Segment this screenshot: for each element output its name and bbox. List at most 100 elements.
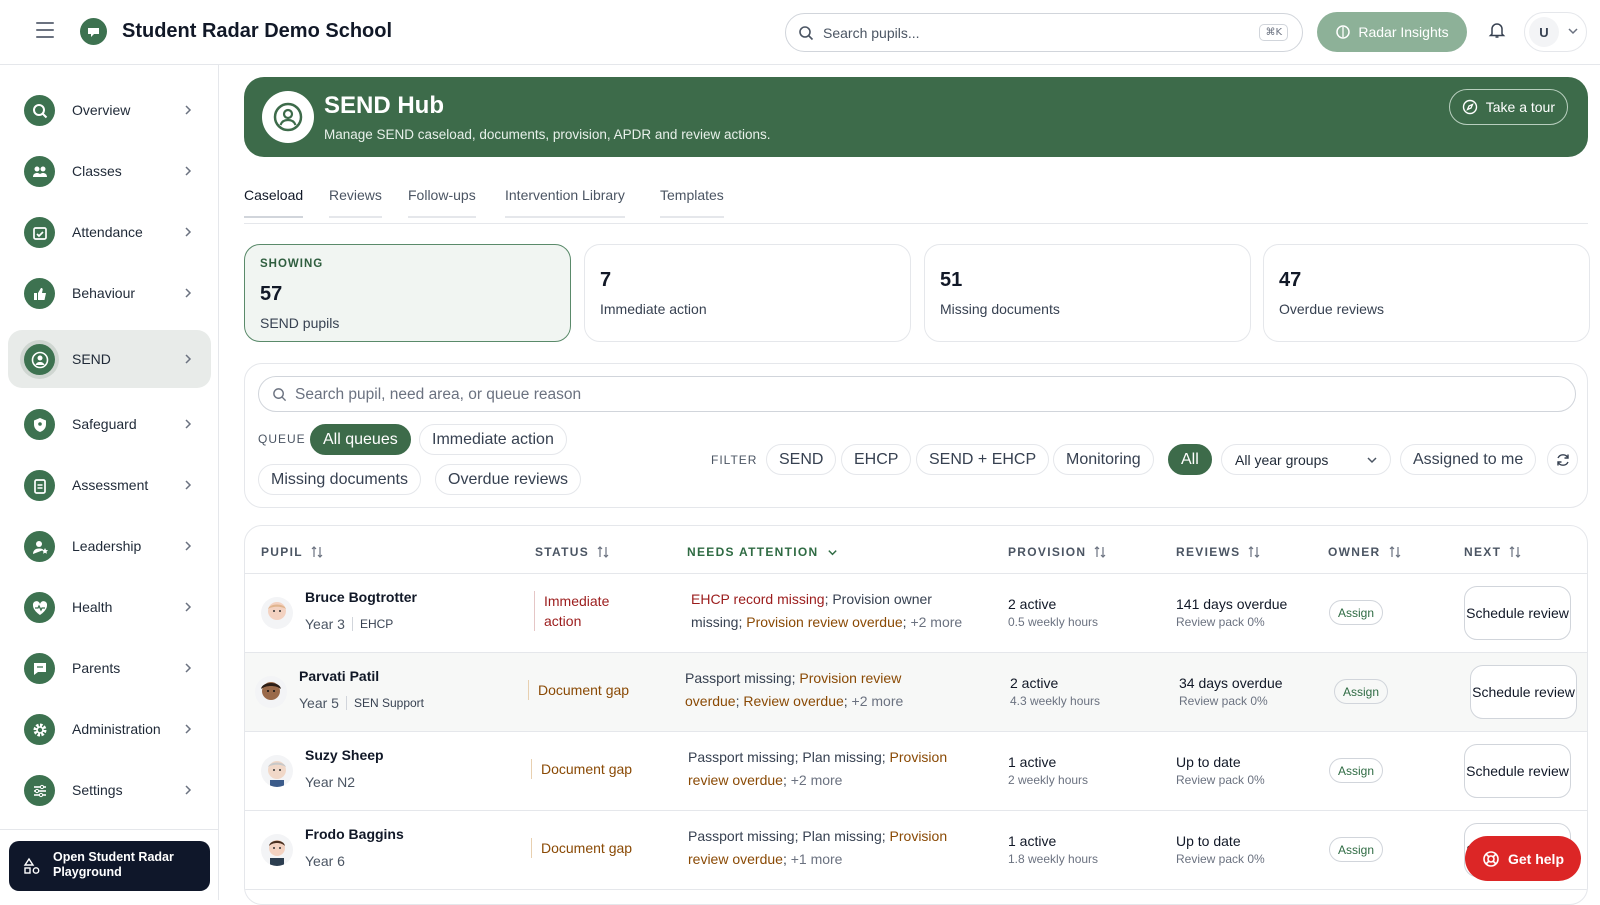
sidebar-item-classes[interactable]: Classes <box>8 142 211 200</box>
brain-icon <box>1336 25 1351 39</box>
search-icon <box>24 95 55 126</box>
sidebar-item-assessment[interactable]: Assessment <box>8 456 211 514</box>
stat-card-overdue-reviews[interactable]: 47 Overdue reviews <box>1263 244 1590 342</box>
tab-templates[interactable]: Templates <box>660 187 724 218</box>
take-tour-button[interactable]: Take a tour <box>1448 89 1568 125</box>
filter-send[interactable]: SEND <box>766 444 837 475</box>
filter-panel: Search pupil, need area, or queue reason… <box>244 363 1588 508</box>
chevron-down-icon <box>1568 28 1578 35</box>
stat-value: 7 <box>600 269 612 291</box>
review-summary: 34 days overdue Review pack 0% <box>1179 675 1283 708</box>
school-logo <box>80 18 107 45</box>
calendar-check-icon <box>24 217 55 248</box>
tab-follow-ups[interactable]: Follow-ups <box>408 187 476 218</box>
queue-overdue-reviews[interactable]: Overdue reviews <box>435 464 582 495</box>
pupil-name[interactable]: Parvati Patil <box>299 668 379 684</box>
stat-card-missing-documents[interactable]: 51 Missing documents <box>924 244 1251 342</box>
user-menu[interactable]: U <box>1524 12 1587 52</box>
sidebar-item-behaviour[interactable]: Behaviour <box>8 264 211 322</box>
queue-all[interactable]: All queues <box>310 424 411 455</box>
stat-card-immediate-action[interactable]: 7 Immediate action <box>584 244 911 342</box>
table-row[interactable]: Frodo Baggins Year 6 Document gap Passpo… <box>245 811 1587 890</box>
schedule-review-button[interactable]: Schedule review <box>1464 586 1571 640</box>
assign-button[interactable]: Assign <box>1329 758 1384 783</box>
tab-intervention-library[interactable]: Intervention Library <box>505 187 625 218</box>
column-status[interactable]: STATUS <box>535 545 609 559</box>
assign-button[interactable]: Assign <box>1329 837 1384 862</box>
sidebar-item-safeguard[interactable]: Safeguard <box>8 395 211 453</box>
schedule-review-button[interactable]: Schedule review <box>1464 744 1571 798</box>
provision-summary: 1 active 1.8 weekly hours <box>1008 833 1099 866</box>
radar-insights-button[interactable]: Radar Insights <box>1317 12 1467 52</box>
stat-card-send-pupils[interactable]: SHOWING 57 SEND pupils <box>244 244 571 342</box>
filter-all[interactable]: All <box>1168 444 1212 475</box>
column-needs-attention[interactable]: NEEDS ATTENTION <box>687 545 838 559</box>
filter-ehcp[interactable]: EHCP <box>841 444 912 475</box>
tab-caseload[interactable]: Caseload <box>244 187 304 218</box>
stat-label: SEND pupils <box>260 315 340 331</box>
column-pupil[interactable]: PUPIL <box>261 545 323 559</box>
shortcut-hint: ⌘K <box>1259 24 1288 41</box>
get-help-button[interactable]: Get help <box>1465 836 1581 881</box>
table-row[interactable]: Parvati Patil Year 5 SEN Support Document… <box>245 653 1587 732</box>
sidebar-item-settings[interactable]: Settings <box>8 761 211 819</box>
pupil-name[interactable]: Suzy Sheep <box>305 747 384 763</box>
provision-summary: 1 active 2 weekly hours <box>1008 754 1089 787</box>
queue-missing-documents[interactable]: Missing documents <box>258 464 421 495</box>
tab-reviews[interactable]: Reviews <box>329 187 382 218</box>
needs-attention-text: EHCP record missing; Provision owner miss… <box>691 591 963 630</box>
sort-icon <box>1249 546 1260 558</box>
pupil-name[interactable]: Bruce Bogtrotter <box>305 589 417 605</box>
sidebar-item-parents[interactable]: Parents <box>8 639 211 697</box>
sidebar-item-attendance[interactable]: Attendance <box>8 203 211 261</box>
caseload-search-input[interactable]: Search pupil, need area, or queue reason <box>258 376 1576 412</box>
pupil-search-input[interactable]: Search pupils... ⌘K <box>785 13 1303 52</box>
assigned-to-me-toggle[interactable]: Assigned to me <box>1400 444 1537 475</box>
open-playground-label: Open Student Radar Playground <box>53 850 174 879</box>
chevron-right-icon <box>185 288 192 298</box>
pupil-avatar <box>261 755 293 787</box>
shapes-icon <box>23 857 40 874</box>
get-help-label: Get help <box>1507 850 1564 867</box>
review-summary: Up to date Review pack 0% <box>1176 754 1265 787</box>
sidebar-item-overview[interactable]: Overview <box>8 81 211 139</box>
avatar: U <box>1529 17 1559 47</box>
menu-icon[interactable] <box>36 22 54 38</box>
sidebar-item-label: Settings <box>72 782 123 798</box>
column-provision[interactable]: PROVISION <box>1008 545 1106 559</box>
stat-label: Immediate action <box>600 301 707 317</box>
table-row[interactable]: Bruce Bogtrotter Year 3 EHCP Immediate act… <box>245 574 1587 653</box>
filter-monitoring[interactable]: Monitoring <box>1053 444 1154 475</box>
open-playground-button[interactable]: Open Student Radar Playground <box>9 841 210 891</box>
sidebar-item-send[interactable]: SEND <box>8 330 211 388</box>
assign-button[interactable]: Assign <box>1334 679 1389 704</box>
top-bar: Student Radar Demo School Search pupils.… <box>0 0 1600 65</box>
filter-send-ehcp[interactable]: SEND + EHCP <box>916 444 1050 475</box>
stat-kicker: SHOWING <box>260 258 324 270</box>
sidebar-item-health[interactable]: Health <box>8 578 211 636</box>
thumbs-up-icon <box>24 278 55 309</box>
table-row[interactable]: Suzy Sheep Year N2 Document gap Passport… <box>245 732 1587 811</box>
needs-attention-text: Passport missing; Plan missing; Provisio… <box>688 828 948 867</box>
column-reviews[interactable]: REVIEWS <box>1176 545 1260 559</box>
column-owner[interactable]: OWNER <box>1328 545 1401 559</box>
user-circle-icon <box>262 91 314 143</box>
chevron-right-icon <box>185 480 192 490</box>
schedule-review-button[interactable]: Schedule review <box>1470 665 1577 719</box>
sidebar-item-leadership[interactable]: Leadership <box>8 517 211 575</box>
sort-icon <box>597 546 609 558</box>
search-placeholder: Search pupils... <box>823 25 920 41</box>
page-title: SEND Hub <box>324 92 444 119</box>
lifebuoy-icon <box>1483 850 1499 867</box>
refresh-icon[interactable] <box>1547 444 1578 475</box>
bell-icon[interactable] <box>1488 21 1508 41</box>
queue-immediate-action[interactable]: Immediate action <box>419 424 567 455</box>
pupil-name[interactable]: Frodo Baggins <box>305 826 404 842</box>
year-group-select[interactable]: All year groups <box>1221 444 1391 475</box>
sliders-icon <box>24 775 55 806</box>
caseload-table: PUPIL STATUS NEEDS ATTENTION PROVISION R… <box>244 525 1588 905</box>
assign-button[interactable]: Assign <box>1329 600 1384 625</box>
sidebar-item-administration[interactable]: Administration <box>8 700 211 758</box>
column-next[interactable]: NEXT <box>1464 545 1521 559</box>
tab-bar: Caseload Reviews Follow-ups Intervention… <box>244 184 1588 224</box>
